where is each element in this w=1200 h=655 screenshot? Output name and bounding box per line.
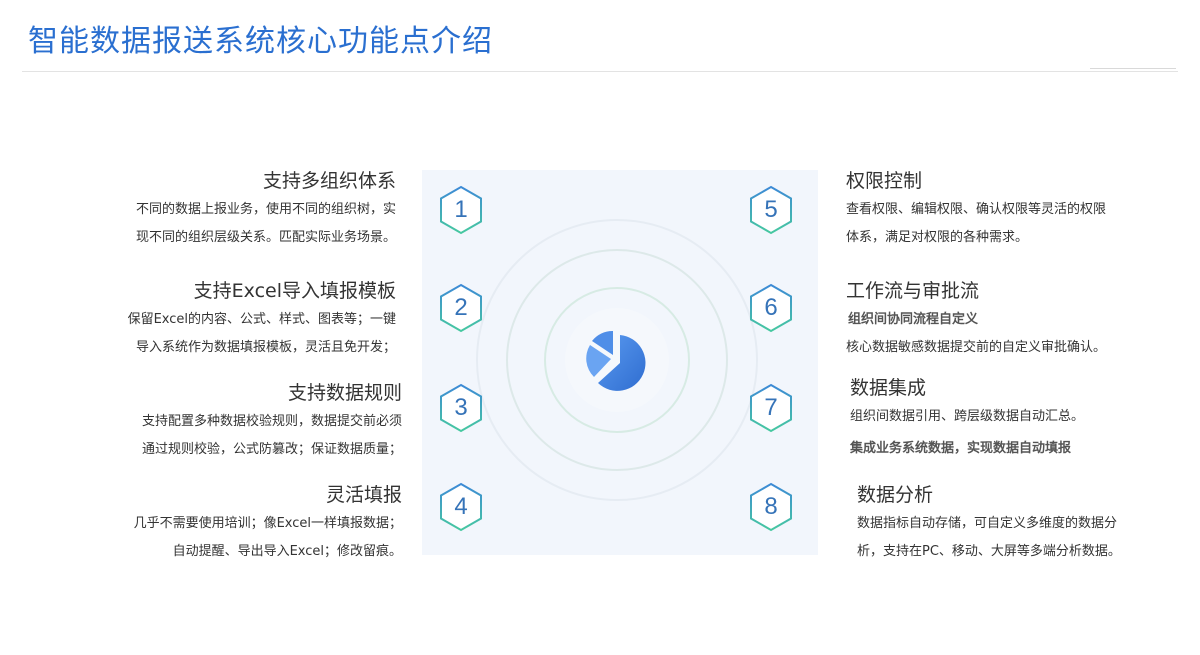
hex-badge-6: 6 [748,283,794,333]
feature-block-3: 支持数据规则 支持配置多种数据校验规则，数据提交前必须 通过规则校验，公式防篡改… [142,380,402,464]
feature-desc-line: 体系，满足对权限的各种需求。 [846,230,1029,245]
feature-block-6: 工作流与审批流 组织间协同流程自定义 核心数据敏感数据提交前的自定义审批确认。 [846,278,1106,362]
hex-badge-4: 4 [438,482,484,532]
feature-block-4: 灵活填报 几乎不需要使用培训；像Excel一样填报数据； 自动提醒、导出导入Ex… [134,482,402,566]
feature-title: 权限控制 [846,170,923,192]
feature-block-5: 权限控制 查看权限、编辑权限、确认权限等灵活的权限 体系，满足对权限的各种需求。 [846,168,1106,252]
feature-title: 数据集成 [850,377,927,399]
feature-desc-line: 不同的数据上报业务，使用不同的组织树，实 [135,202,396,217]
feature-desc-line: 查看权限、编辑权限、确认权限等灵活的权限 [846,202,1107,217]
feature-desc-line: 支持配置多种数据校验规则，数据提交前必须 [141,414,402,429]
hex-badge-2: 2 [438,283,484,333]
feature-title: 数据分析 [857,484,934,506]
feature-desc-line: 组织间数据引用、跨层级数据自动汇总。 [850,409,1085,424]
page-title: 智能数据报送系统核心功能点介绍 [28,24,493,59]
hex-number: 8 [764,493,778,520]
hex-number: 1 [454,196,468,223]
feature-title: 工作流与审批流 [846,280,980,302]
feature-desc-line: 数据指标自动存储，可自定义多维度的数据分 [857,516,1118,531]
feature-block-1: 支持多组织体系 不同的数据上报业务，使用不同的组织树，实 现不同的组织层级关系。… [136,168,396,252]
feature-desc-line: 保留Excel的内容、公式、样式、图表等；一键 [127,312,396,327]
title-divider-accent [1090,68,1176,69]
feature-title: 支持数据规则 [287,382,402,404]
feature-block-2: 支持Excel导入填报模板 保留Excel的内容、公式、样式、图表等；一键 导入… [128,278,396,362]
feature-desc-line: 组织间协同流程自定义 [848,312,979,327]
hex-number: 7 [764,394,778,421]
hex-badge-1: 1 [438,185,484,235]
feature-desc-line: 核心数据敏感数据提交前的自定义审批确认。 [846,340,1107,355]
feature-desc-line: 集成业务系统数据，实现数据自动填报 [850,441,1072,456]
feature-desc-line: 自动提醒、导出导入Excel；修改留痕。 [172,544,402,559]
feature-title: 支持Excel导入填报模板 [193,280,396,302]
feature-desc-line: 通过规则校验，公式防篡改；保证数据质量； [141,442,402,457]
feature-block-7: 数据集成 组织间数据引用、跨层级数据自动汇总。 集成业务系统数据，实现数据自动填… [850,375,1084,463]
feature-desc-line: 导入系统作为数据填报模板，灵活且免开发； [135,340,396,355]
hex-number: 2 [454,294,468,321]
hex-number: 5 [764,196,778,223]
center-panel: 1 2 3 4 5 6 7 8 [422,170,818,555]
hex-number: 6 [764,294,778,321]
title-divider [22,71,1178,72]
feature-desc-line: 几乎不需要使用培训；像Excel一样填报数据； [133,516,402,531]
hex-badge-8: 8 [748,482,794,532]
feature-desc-line: 析，支持在PC、移动、大屏等多端分析数据。 [857,544,1121,559]
pie-chart-icon [582,325,652,395]
hex-badge-5: 5 [748,185,794,235]
hex-number: 3 [454,394,468,421]
feature-desc-line: 现不同的组织层级关系。匹配实际业务场景。 [135,230,396,245]
feature-title: 支持多组织体系 [262,170,396,192]
feature-block-8: 数据分析 数据指标自动存储，可自定义多维度的数据分 析，支持在PC、移动、大屏等… [857,482,1121,566]
hex-number: 4 [454,493,468,520]
hex-badge-3: 3 [438,383,484,433]
feature-title: 灵活填报 [325,484,402,506]
hex-badge-7: 7 [748,383,794,433]
